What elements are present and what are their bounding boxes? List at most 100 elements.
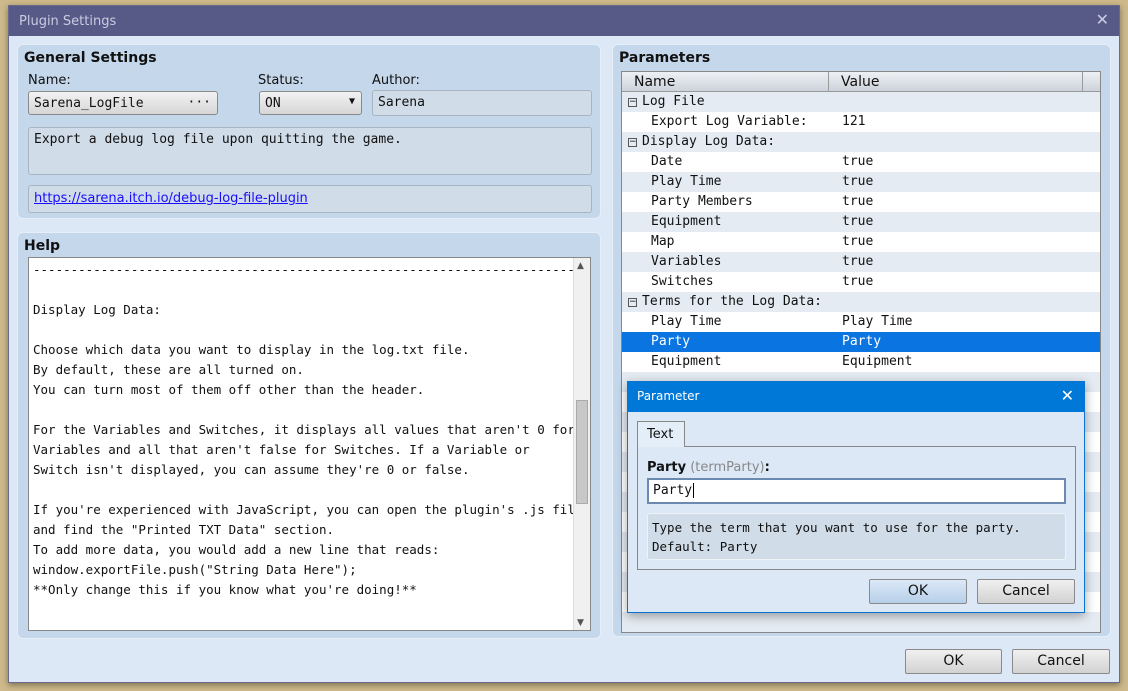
status-dropdown[interactable]: ON ▼ [259,91,362,115]
ok-button[interactable]: OK [905,649,1002,674]
table-row[interactable]: Date true [622,152,1100,172]
help-text: ----------------------------------------… [33,262,590,597]
table-row[interactable]: − Log File [622,92,1100,112]
tab-text[interactable]: Text [637,421,685,447]
table-row[interactable]: Play Time true [622,172,1100,192]
collapse-icon[interactable]: − [628,298,637,307]
help-scrollbar[interactable]: ▲ ▼ [573,258,590,630]
param-value: true [842,154,874,169]
name-value: Sarena_LogFile [34,96,144,111]
table-header: Name Value [622,72,1100,92]
dialog-ok-button[interactable]: OK [869,579,967,604]
table-row[interactable]: Party Members true [622,192,1100,212]
table-row[interactable]: − Terms for the Log Data: [622,292,1100,312]
scroll-thumb[interactable] [576,400,588,504]
author-label: Author: [372,73,420,88]
param-name: Equipment [622,352,842,372]
name-label: Name: [28,73,71,88]
cancel-button[interactable]: Cancel [1012,649,1110,674]
param-name: Play Time [622,312,842,332]
term-input-value: Party [653,483,693,498]
param-name-text: Export Log Variable: [651,114,808,129]
dialog-title: Parameter [637,389,700,403]
empty-row [622,612,1100,632]
param-value: Party [842,334,882,349]
parameters-heading: Parameters [619,50,711,66]
param-name-text: Variables [651,254,722,269]
collapse-icon[interactable]: − [628,98,637,107]
param-value: 121 [842,114,866,129]
table-row[interactable]: Play Time Play Time [622,312,1100,332]
table-row[interactable]: Party Party [622,332,1100,352]
field-key: (termParty) [690,460,765,475]
url-field: https://sarena.itch.io/debug-log-file-pl… [28,185,592,213]
param-name-text: Equipment [651,354,722,369]
help-textarea[interactable]: ----------------------------------------… [28,257,591,631]
table-row[interactable]: Map true [622,232,1100,252]
general-settings-heading: General Settings [24,50,157,66]
param-name-text: Date [651,154,683,169]
field-label: Party (termParty): [647,460,770,475]
param-name: Equipment [622,212,842,232]
param-name: Play Time [622,172,842,192]
param-name-text: Play Time [651,174,722,189]
author-value: Sarena [378,95,425,110]
param-name-text: Switches [651,274,714,289]
param-value: true [842,234,874,249]
param-name-text: Terms for the Log Data: [642,294,823,309]
title-bar: Plugin Settings ✕ [9,6,1119,36]
table-row[interactable]: Equipment true [622,212,1100,232]
help-panel: Help -----------------------------------… [17,232,601,639]
param-name: Map [622,232,842,252]
param-name: Party Members [622,192,842,212]
table-row[interactable]: Variables true [622,252,1100,272]
chevron-down-icon: ▼ [348,96,355,107]
general-settings-panel: General Settings Name: Status: Author: S… [17,44,601,219]
close-icon[interactable]: ✕ [1061,386,1074,405]
table-row[interactable]: Equipment Equipment [622,352,1100,372]
plugin-url-link[interactable]: https://sarena.itch.io/debug-log-file-pl… [34,191,308,206]
name-field[interactable]: Sarena_LogFile ··· [28,91,218,115]
field-label-name: Party [647,460,687,475]
param-value: true [842,174,874,189]
scroll-down-icon[interactable]: ▼ [577,618,584,628]
param-name-text: Play Time [651,314,722,329]
col-value[interactable]: Value [829,72,1083,91]
param-name-text: Display Log Data: [642,134,776,149]
description-field[interactable]: Export a debug log file upon quitting th… [28,127,592,175]
status-label: Status: [258,73,304,88]
param-name: − Log File [622,92,842,112]
author-field[interactable]: Sarena [372,90,592,116]
param-name-text: Party Members [651,194,753,209]
tab-content: Party (termParty): Party Type the term t… [637,446,1076,570]
param-name-text: Party [651,334,691,349]
param-name: Export Log Variable: [622,112,842,132]
term-input[interactable]: Party [647,478,1066,504]
param-value: Play Time [842,314,913,329]
status-value: ON [265,96,281,111]
text-cursor [693,483,695,498]
table-row[interactable]: Switches true [622,272,1100,292]
param-name-text: Equipment [651,214,722,229]
param-name-text: Map [651,234,675,249]
collapse-icon[interactable]: − [628,138,637,147]
param-name-text: Log File [642,94,705,109]
parameter-dialog: Parameter ✕ Text Party (termParty): Part… [627,381,1085,613]
more-icon[interactable]: ··· [188,95,211,110]
param-value: Equipment [842,354,913,369]
param-name: − Terms for the Log Data: [622,292,842,312]
scroll-up-icon[interactable]: ▲ [577,261,584,271]
dialog-cancel-button[interactable]: Cancel [977,579,1075,604]
param-value: true [842,214,874,229]
param-value: true [842,254,874,269]
param-value: true [842,274,874,289]
col-name[interactable]: Name [622,72,829,91]
description-text: Export a debug log file upon quitting th… [34,132,402,147]
close-icon[interactable]: ✕ [1096,10,1109,29]
table-row[interactable]: Export Log Variable: 121 [622,112,1100,132]
field-description: Type the term that you want to use for t… [647,513,1066,560]
table-row[interactable]: − Display Log Data: [622,132,1100,152]
dialog-title-bar: Parameter ✕ [628,382,1084,412]
param-name: Party [622,332,842,352]
param-value: true [842,194,874,209]
